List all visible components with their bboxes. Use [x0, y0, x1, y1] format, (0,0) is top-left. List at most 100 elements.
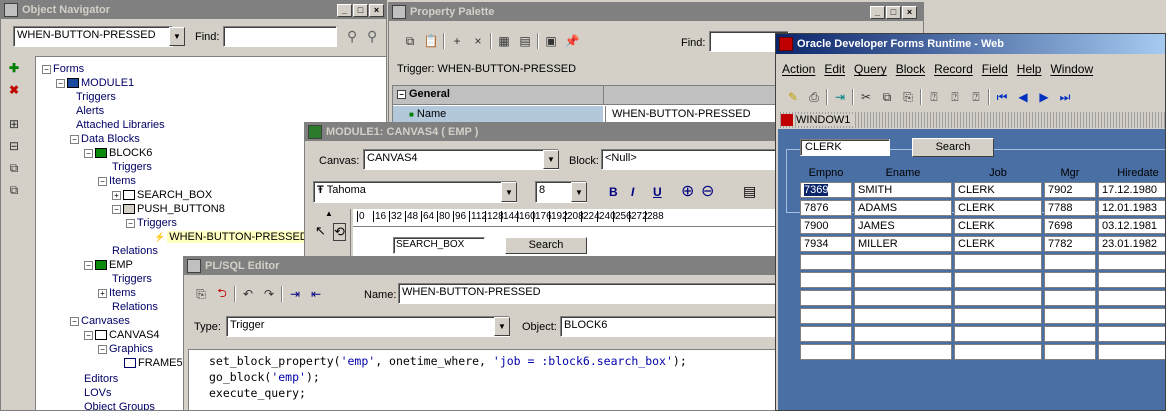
add-property-icon[interactable]: +: [448, 32, 466, 50]
record-cell[interactable]: 17.12.1980: [1098, 182, 1165, 198]
name-field[interactable]: WHEN-BUTTON-PRESSED: [398, 283, 778, 304]
scroll-up-icon[interactable]: ▲: [325, 209, 333, 218]
record-cell[interactable]: 12.01.1983: [1098, 200, 1165, 216]
tree-node-frame[interactable]: FRAME5: [124, 357, 183, 369]
print-icon[interactable]: ⎙: [805, 88, 823, 106]
record-cell[interactable]: [954, 290, 1042, 306]
align-icon[interactable]: ▤: [743, 183, 756, 200]
canvas-combo[interactable]: CANVAS4: [363, 149, 559, 170]
paste-icon[interactable]: ⎘: [899, 88, 917, 106]
minimize-button[interactable]: _: [870, 5, 885, 19]
tree-node-emp-items[interactable]: + Items: [98, 287, 136, 299]
search-box-item[interactable]: SEARCH_BOX: [393, 237, 485, 254]
layout-search-button[interactable]: Search: [505, 237, 587, 254]
record-cell[interactable]: [800, 344, 852, 360]
window1-titlebar[interactable]: WINDOW1: [778, 112, 1165, 128]
exit-icon[interactable]: ⇥: [831, 88, 849, 106]
tree-node-pb-triggers[interactable]: − Triggers: [126, 217, 177, 229]
first-record-icon[interactable]: ⏮: [993, 88, 1011, 106]
union-icon[interactable]: ▦: [495, 32, 513, 50]
record-cell[interactable]: CLERK: [954, 236, 1042, 252]
zoom-out-icon[interactable]: ⊖: [701, 181, 714, 201]
underline-button[interactable]: U: [653, 185, 662, 199]
trigger-combo[interactable]: WHEN-BUTTON-PRESSED: [13, 26, 173, 47]
copy-properties-icon[interactable]: ⧉: [401, 32, 419, 50]
tree-node-forms[interactable]: − Forms: [42, 63, 84, 75]
bold-button[interactable]: B: [609, 185, 618, 199]
chevron-down-icon[interactable]: ▼: [494, 317, 510, 336]
record-cell[interactable]: 7902: [1044, 182, 1096, 198]
menu-item[interactable]: Action: [782, 62, 815, 76]
expand-all-icon[interactable]: ⧉: [5, 159, 23, 177]
object-combo[interactable]: BLOCK6: [560, 316, 778, 337]
tree-node-attached-libraries[interactable]: Attached Libraries: [76, 119, 165, 131]
copy-icon[interactable]: ⧉: [878, 88, 896, 106]
chevron-down-icon[interactable]: ▼: [501, 182, 517, 202]
record-cell[interactable]: [800, 326, 852, 342]
type-combo[interactable]: Trigger: [226, 316, 510, 337]
record-cell[interactable]: 7369: [800, 182, 852, 198]
tree-node-canvases[interactable]: − Canvases: [70, 315, 130, 327]
search-box[interactable]: CLERK: [800, 139, 890, 156]
font-combo[interactable]: Ŧ Tahoma: [313, 181, 517, 203]
record-cell[interactable]: [854, 254, 952, 270]
tree-node-object-groups[interactable]: Object Groups: [84, 401, 155, 410]
tree-node-emp-triggers[interactable]: Triggers: [112, 273, 152, 285]
italic-button[interactable]: I: [631, 185, 634, 199]
revert-icon[interactable]: ⮌: [213, 285, 231, 303]
tree-node-items[interactable]: − Items: [98, 175, 136, 187]
expand-icon[interactable]: ⊞: [5, 115, 23, 133]
menu-item[interactable]: Window: [1050, 62, 1093, 76]
cancel-query-icon[interactable]: ⍰: [967, 88, 985, 106]
record-cell[interactable]: [1098, 290, 1165, 306]
record-cell[interactable]: [800, 272, 852, 288]
tree-node-module[interactable]: − MODULE1: [56, 77, 134, 89]
minimize-button[interactable]: _: [337, 3, 352, 17]
record-cell[interactable]: [954, 254, 1042, 270]
tree-node-canvas4[interactable]: − CANVAS4: [84, 329, 160, 341]
record-cell[interactable]: [954, 326, 1042, 342]
paste-properties-icon[interactable]: 📋: [422, 32, 440, 50]
menu-item[interactable]: Record: [934, 62, 973, 76]
record-cell[interactable]: [1098, 254, 1165, 270]
record-cell[interactable]: CLERK: [954, 218, 1042, 234]
record-cell[interactable]: [1044, 344, 1096, 360]
compile-icon[interactable]: ⎘: [192, 285, 210, 303]
outdent-icon[interactable]: ⇤: [307, 285, 325, 303]
record-cell[interactable]: [954, 272, 1042, 288]
close-button[interactable]: ×: [902, 5, 917, 19]
remove-property-icon[interactable]: ×: [469, 32, 487, 50]
tree-node-search-box[interactable]: + SEARCH_BOX: [112, 189, 212, 201]
record-cell[interactable]: [954, 308, 1042, 324]
save-icon[interactable]: ✎: [784, 88, 802, 106]
record-cell[interactable]: 7876: [800, 200, 852, 216]
runtime-titlebar[interactable]: Oracle Developer Forms Runtime - Web: [776, 34, 1165, 54]
menu-item[interactable]: Field: [982, 62, 1008, 76]
tree-node-block6[interactable]: − BLOCK6: [84, 147, 152, 159]
tree-node-editors[interactable]: Editors: [84, 373, 118, 385]
execute-query-icon[interactable]: ⍰: [946, 88, 964, 106]
delete-icon[interactable]: ✖: [5, 81, 23, 99]
tree-node-triggers[interactable]: Triggers: [76, 91, 116, 103]
record-cell[interactable]: 03.12.1981: [1098, 218, 1165, 234]
record-cell[interactable]: MILLER: [854, 236, 952, 252]
select-tool-icon[interactable]: ↖: [315, 223, 326, 239]
maximize-button[interactable]: □: [353, 3, 368, 17]
record-cell[interactable]: 7934: [800, 236, 852, 252]
record-cell[interactable]: [1098, 308, 1165, 324]
cut-icon[interactable]: ✂: [857, 88, 875, 106]
record-cell[interactable]: [800, 254, 852, 270]
chevron-down-icon[interactable]: ▼: [543, 150, 559, 169]
block-combo[interactable]: <Null>: [601, 149, 778, 170]
record-cell[interactable]: [1044, 254, 1096, 270]
record-cell[interactable]: [854, 290, 952, 306]
record-cell[interactable]: [1044, 290, 1096, 306]
code-editor[interactable]: set_block_property('emp', onetime_where,…: [188, 349, 778, 410]
last-record-icon[interactable]: ⏭: [1056, 88, 1074, 106]
record-cell[interactable]: [854, 308, 952, 324]
freeze-icon[interactable]: 📌: [563, 32, 581, 50]
record-cell[interactable]: CLERK: [954, 182, 1042, 198]
rotate-tool-icon[interactable]: ⟲: [333, 223, 346, 241]
close-button[interactable]: ×: [369, 3, 384, 17]
zoom-in-icon[interactable]: ⊕: [681, 181, 694, 201]
